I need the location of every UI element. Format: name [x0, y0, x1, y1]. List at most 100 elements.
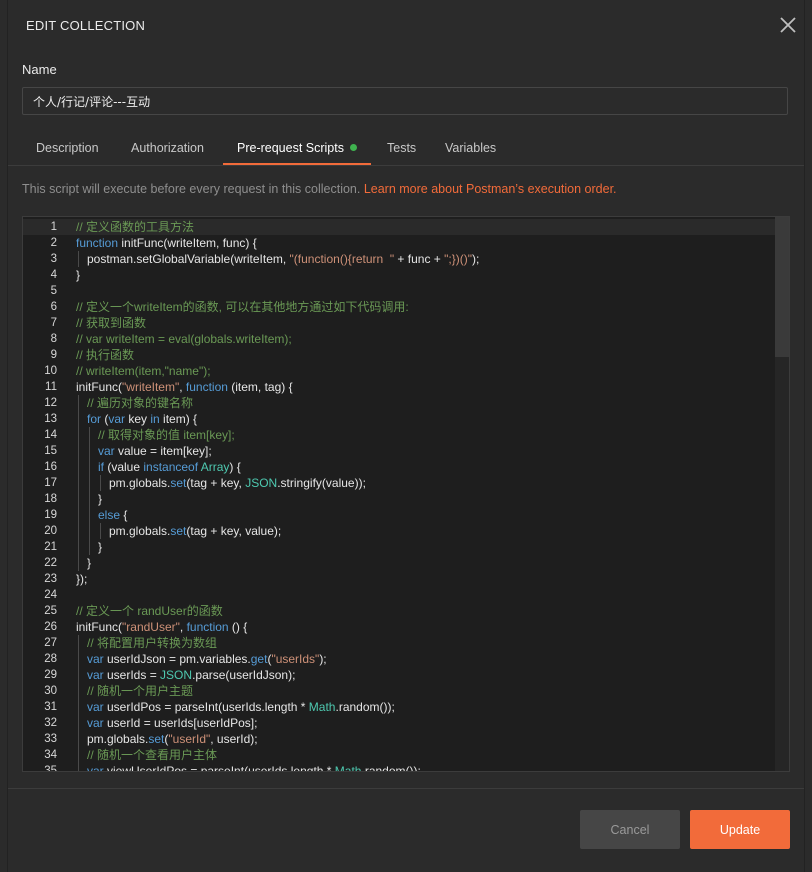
- tab-description[interactable]: Description: [22, 133, 113, 165]
- code-line[interactable]: 21}: [23, 539, 775, 555]
- code-token: }: [76, 268, 81, 282]
- code-text: // 定义函数的工具方法: [76, 219, 194, 235]
- line-number: 14: [44, 429, 57, 441]
- code-line[interactable]: 14 // 取得对象的值 item[key];: [23, 427, 775, 443]
- code-line[interactable]: 25 // 定义一个 randUser的函数: [23, 603, 775, 619]
- code-token: }: [98, 540, 103, 554]
- code-token: }: [98, 492, 103, 506]
- code-line[interactable]: 16 if (value instanceof Array) {: [23, 459, 775, 475]
- tab-authorization[interactable]: Authorization: [117, 133, 218, 165]
- code-line[interactable]: 28 var userIdJson = pm.variables.get("use…: [23, 651, 775, 667]
- code-line[interactable]: 3 postman.setGlobalVariable(writeItem, "(…: [23, 251, 775, 267]
- code-line[interactable]: 29 var userIds = JSON.parse(userIdJson);: [23, 667, 775, 683]
- code-token: userIdJson = pm.variables.: [103, 652, 251, 666]
- code-line[interactable]: 32 var userId = userIds[userIdPos];: [23, 715, 775, 731]
- code-text: // 获取到函数: [76, 315, 146, 331]
- script-hint: This script will execute before every re…: [22, 182, 617, 196]
- code-line[interactable]: 8 // var writeItem = eval(globals.writeIt…: [23, 331, 775, 347]
- line-number: 23: [44, 573, 57, 585]
- code-token: // 定义函数的工具方法: [76, 220, 195, 234]
- tab-variables[interactable]: Variables: [431, 133, 510, 165]
- code-token: // var writeItem = eval(globals.writeIte…: [76, 332, 292, 346]
- tab-pre-request-scripts[interactable]: Pre-request Scripts: [223, 133, 371, 165]
- editor-scrollbar[interactable]: [775, 217, 789, 771]
- indent-guide: [78, 395, 79, 411]
- code-token: userIds =: [103, 668, 161, 682]
- code-token: "userIds": [271, 652, 320, 666]
- code-token: "writeItem": [122, 380, 180, 394]
- code-line[interactable]: 24: [23, 587, 775, 603]
- code-line[interactable]: 20 pm.globals.set(tag + key, value);: [23, 523, 775, 539]
- code-line[interactable]: 26 initFunc("randUser", function () {: [23, 619, 775, 635]
- code-token: ) {: [229, 460, 241, 474]
- code-line[interactable]: 18}: [23, 491, 775, 507]
- cancel-button[interactable]: Cancel: [580, 810, 680, 849]
- line-number: 7: [50, 317, 57, 329]
- code-line[interactable]: 19 else {: [23, 507, 775, 523]
- tab-label: Authorization: [131, 141, 204, 155]
- line-number: 27: [44, 637, 57, 649]
- code-text: var userIdJson = pm.variables.get("userI…: [87, 651, 327, 667]
- code-token: var: [87, 764, 104, 772]
- line-number: 10: [44, 365, 57, 377]
- code-text: }: [87, 555, 91, 571]
- code-token: key: [125, 412, 151, 426]
- code-line[interactable]: 9 // 执行函数: [23, 347, 775, 363]
- code-text: }: [98, 539, 102, 555]
- code-token: Array: [200, 460, 230, 474]
- code-token: (tag + key, value);: [186, 524, 282, 538]
- code-line[interactable]: 27 // 将配置用户转换为数组: [23, 635, 775, 651]
- script-editor[interactable]: 1 // 定义函数的工具方法 2 function initFunc(writeIte…: [22, 216, 790, 772]
- code-token: .parse(userIdJson);: [192, 668, 296, 682]
- code-line[interactable]: 4}: [23, 267, 775, 283]
- code-token: var: [98, 444, 115, 458]
- indent-guide: [78, 427, 79, 443]
- code-text: pm.globals.set(tag + key, JSON.stringify…: [109, 475, 366, 491]
- code-line[interactable]: 31 var userIdPos = parseInt(userIds.lengt…: [23, 699, 775, 715]
- code-line[interactable]: 7 // 获取到函数: [23, 315, 775, 331]
- code-line[interactable]: 2 function initFunc(writeItem, func) {: [23, 235, 775, 251]
- code-line[interactable]: 30 // 随机一个用户主题: [23, 683, 775, 699]
- execution-order-link[interactable]: Learn more about Postman’s execution ord…: [364, 182, 617, 196]
- code-line[interactable]: 11 initFunc("writeItem", function (item, …: [23, 379, 775, 395]
- code-token: );: [319, 652, 327, 666]
- close-icon[interactable]: [776, 13, 800, 37]
- line-number: 29: [44, 669, 57, 681]
- indent-guide: [78, 699, 79, 715]
- line-number: 34: [44, 749, 57, 761]
- update-button[interactable]: Update: [690, 810, 790, 849]
- line-number: 18: [44, 493, 57, 505]
- code-area[interactable]: 1 // 定义函数的工具方法 2 function initFunc(writeIte…: [23, 219, 775, 772]
- code-line[interactable]: 12 // 遍历对象的键名称: [23, 395, 775, 411]
- code-token: item) {: [159, 412, 198, 426]
- code-line[interactable]: 13 for (var key in item) {: [23, 411, 775, 427]
- code-token: for: [87, 412, 102, 426]
- code-line[interactable]: 10 // writeItem(item,"name");: [23, 363, 775, 379]
- code-token: userIdPos = parseInt(userIds.length *: [103, 700, 309, 714]
- code-line[interactable]: 22}: [23, 555, 775, 571]
- scrollbar-thumb[interactable]: [775, 217, 789, 357]
- tab-tests[interactable]: Tests: [373, 133, 430, 165]
- code-line[interactable]: 5: [23, 283, 775, 299]
- code-text: var value = item[key];: [98, 443, 212, 459]
- line-number: 20: [44, 525, 57, 537]
- code-token: () {: [228, 620, 248, 634]
- code-token: in: [150, 412, 160, 426]
- code-line[interactable]: 17 pm.globals.set(tag + key, JSON.stringi…: [23, 475, 775, 491]
- code-line[interactable]: 34 // 随机一个查看用户主体: [23, 747, 775, 763]
- line-number: 33: [44, 733, 57, 745]
- code-line[interactable]: 15 var value = item[key];: [23, 443, 775, 459]
- indent-guide: [100, 523, 101, 539]
- code-token: {: [120, 508, 128, 522]
- code-line[interactable]: 33 pm.globals.set("userId", userId);: [23, 731, 775, 747]
- line-number: 5: [50, 285, 57, 297]
- indent-guide: [78, 539, 79, 555]
- code-line[interactable]: 6 // 定义一个writeItem的函数, 可以在其他地方通过如下代码调用:: [23, 299, 775, 315]
- code-line[interactable]: 23});: [23, 571, 775, 587]
- code-token: "randUser": [122, 620, 180, 634]
- collection-name-input[interactable]: [22, 87, 788, 115]
- code-line[interactable]: 1 // 定义函数的工具方法: [23, 219, 775, 235]
- code-line[interactable]: 35 var viewUserIdPos = parseInt(userIds.l…: [23, 763, 775, 772]
- code-token: ,: [179, 620, 187, 634]
- line-number: 2: [50, 237, 57, 249]
